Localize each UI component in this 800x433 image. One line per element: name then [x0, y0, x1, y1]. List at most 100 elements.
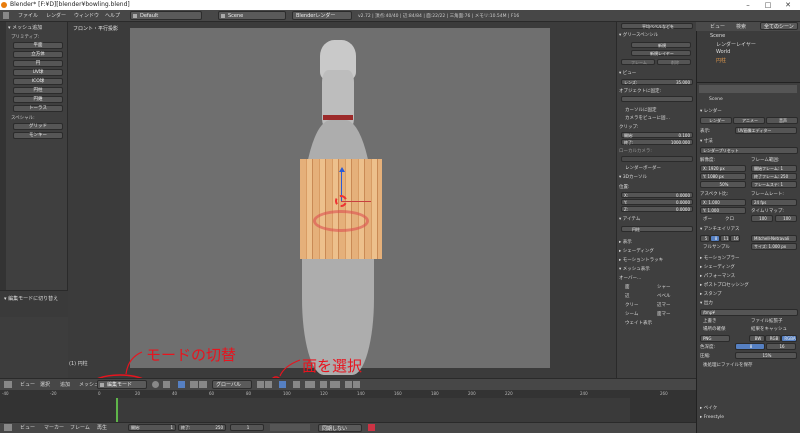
outliner-world[interactable]: World: [716, 49, 730, 55]
file-format-select[interactable]: PNG: [700, 335, 730, 342]
add-torus-button[interactable]: トーラス: [13, 105, 63, 112]
grease-pencil-header[interactable]: ▾ グリースペンシル: [619, 32, 695, 38]
weight-display-checkbox[interactable]: ウェイト表示: [625, 320, 701, 326]
time-remap-old[interactable]: 100: [751, 215, 773, 222]
cursor-y-field[interactable]: Y: 0.0000: [621, 199, 693, 205]
add-monkey-button[interactable]: モンキー: [13, 132, 63, 139]
record-icon[interactable]: [368, 424, 375, 431]
rgba-button[interactable]: RGBA: [781, 335, 797, 342]
time-remap-new[interactable]: 100: [775, 215, 797, 222]
motion-tracking-panel[interactable]: ▸ モーショントラッキ: [619, 257, 695, 263]
full-sample-checkbox[interactable]: フルサンプル: [703, 244, 730, 250]
property-tabs[interactable]: [699, 85, 797, 93]
resolution-y-field[interactable]: Y: 1080 px: [700, 173, 746, 180]
rotate-icon[interactable]: [199, 381, 207, 388]
menu-render[interactable]: レンダー: [46, 12, 66, 19]
minimize-icon[interactable]: –: [738, 0, 758, 10]
frame-step-field[interactable]: フレームステ: 1: [751, 181, 797, 188]
menu-add[interactable]: 追加: [60, 381, 70, 388]
clip-end-field[interactable]: 終了: 1000.000: [621, 139, 693, 145]
manipulator-icon[interactable]: [178, 381, 185, 388]
depth-16[interactable]: 16: [766, 343, 796, 350]
render-border-checkbox[interactable]: レンダーボーダー: [625, 165, 701, 171]
lens-field[interactable]: レンズ: 35.000: [621, 79, 693, 85]
stamp-panel[interactable]: ▸ スタンプ: [700, 291, 722, 297]
outliner-cylinder[interactable]: 円柱: [716, 57, 726, 64]
scene-select[interactable]: Scene: [218, 11, 286, 20]
gp-new-layer-button[interactable]: 新規レイヤー: [631, 50, 691, 56]
bake-panel[interactable]: ▸ ベイク: [700, 405, 717, 411]
operator-panel-title[interactable]: ▾ 編集モードに切り替え: [4, 295, 58, 302]
menu-select[interactable]: 選択: [40, 381, 50, 388]
outliner-view-menu[interactable]: ビュー: [710, 23, 725, 30]
gp-frame-button[interactable]: フレーム: [621, 59, 655, 65]
aspect-y-field[interactable]: Y: 1.000: [700, 207, 746, 214]
translate-icon[interactable]: [190, 381, 198, 388]
aa-16[interactable]: 16: [730, 235, 740, 242]
frame-end-field[interactable]: 終了フレーム: 250: [751, 173, 797, 180]
outliner-render-layers[interactable]: レンダーレイヤー: [716, 41, 756, 48]
aa-filter-select[interactable]: Mitchell-Netravali: [751, 235, 797, 242]
motion-blur-panel[interactable]: ▸ モーションブラー: [700, 255, 739, 261]
border-checkbox[interactable]: ボー: [703, 216, 712, 222]
rgb-button[interactable]: RGB: [765, 335, 781, 342]
frame-start-field[interactable]: 開始フレーム: 1: [751, 165, 797, 172]
dimensions-header[interactable]: ▾ 寸法: [700, 138, 713, 144]
render-panel-header[interactable]: ▾ レンダー: [700, 108, 722, 114]
3d-cursor-icon[interactable]: [335, 195, 347, 207]
add-grid-button[interactable]: グリッド: [13, 123, 63, 130]
aspect-x-field[interactable]: X: 1.000: [700, 199, 746, 206]
face-select-icon[interactable]: [279, 381, 286, 388]
resolution-percent-field[interactable]: 50%: [700, 181, 746, 188]
aa-8[interactable]: 8: [710, 235, 720, 242]
anti-aliasing-header[interactable]: ▾ アンチエイリアス: [700, 226, 740, 232]
vertex-select-icon[interactable]: [257, 381, 264, 388]
shading-panel[interactable]: ▸ シェーディング: [700, 264, 735, 270]
output-header[interactable]: ▾ 出力: [700, 300, 713, 306]
outliner-search-menu[interactable]: 検索: [736, 23, 746, 30]
timeline[interactable]: -40 -20 0 20 40 60 80 100 120 140 160 18…: [0, 390, 696, 422]
add-plane-button[interactable]: 平面: [13, 42, 63, 49]
output-path-field[interactable]: /tmp¥: [700, 309, 798, 316]
add-cone-button[interactable]: 円錐: [13, 96, 63, 103]
animation-button[interactable]: アニメー: [733, 117, 765, 124]
view-header[interactable]: ▾ ビュー: [619, 70, 695, 76]
display-select[interactable]: UV画像エディター: [735, 127, 797, 134]
add-icosphere-button[interactable]: ICO球: [13, 78, 63, 85]
placeholder-checkbox[interactable]: 場所の確保: [703, 326, 726, 332]
render-engine-select[interactable]: Blenderレンダー: [292, 11, 352, 20]
resolution-x-field[interactable]: X: 1920 px: [700, 165, 746, 172]
timeline-ruler[interactable]: [0, 390, 696, 398]
freestyle-panel[interactable]: ▸ Freestyle: [700, 415, 724, 420]
orientation-select[interactable]: グローバル: [212, 380, 252, 389]
menu-mesh[interactable]: メッシュ: [79, 381, 99, 388]
audio-button[interactable]: 音声: [766, 117, 798, 124]
compression-field[interactable]: 15%: [735, 352, 797, 359]
editor-type-icon[interactable]: [3, 12, 9, 19]
outliner-display-select[interactable]: 全てのシーン: [760, 22, 798, 30]
tool-tabs[interactable]: [0, 22, 6, 317]
file-extension-checkbox[interactable]: ファイル拡張子: [751, 318, 783, 324]
gp-delete-button[interactable]: 削除: [657, 59, 691, 65]
current-frame-field[interactable]: 1: [230, 424, 264, 431]
menu-view[interactable]: ビュー: [20, 381, 35, 388]
bw-button[interactable]: BW: [749, 335, 765, 342]
render-preview-icon[interactable]: [345, 381, 352, 388]
fps-select[interactable]: 24 fps: [751, 199, 797, 206]
tl-menu-playback[interactable]: 再生: [97, 424, 107, 431]
top-button[interactable]: 平均ベベルなどを: [621, 23, 693, 29]
item-name-field[interactable]: 円柱: [621, 226, 693, 232]
menu-window[interactable]: ウィンドウ: [74, 12, 99, 19]
aa-11[interactable]: 11: [720, 235, 730, 242]
playback-controls[interactable]: [270, 424, 310, 431]
cursor-x-field[interactable]: X: 0.0000: [621, 192, 693, 198]
render-anim-icon[interactable]: [353, 381, 360, 388]
sync-select[interactable]: 同期しない: [318, 424, 362, 432]
tl-menu-marker[interactable]: マーカー: [44, 424, 64, 431]
edge-select-icon[interactable]: [265, 381, 272, 388]
add-uvsphere-button[interactable]: UV球: [13, 69, 63, 76]
tl-menu-frame[interactable]: フレーム: [70, 424, 90, 431]
snap-icon[interactable]: [320, 381, 327, 388]
overwrite-checkbox[interactable]: 上書き: [703, 318, 717, 324]
limit-to-visible-icon[interactable]: [293, 381, 300, 388]
